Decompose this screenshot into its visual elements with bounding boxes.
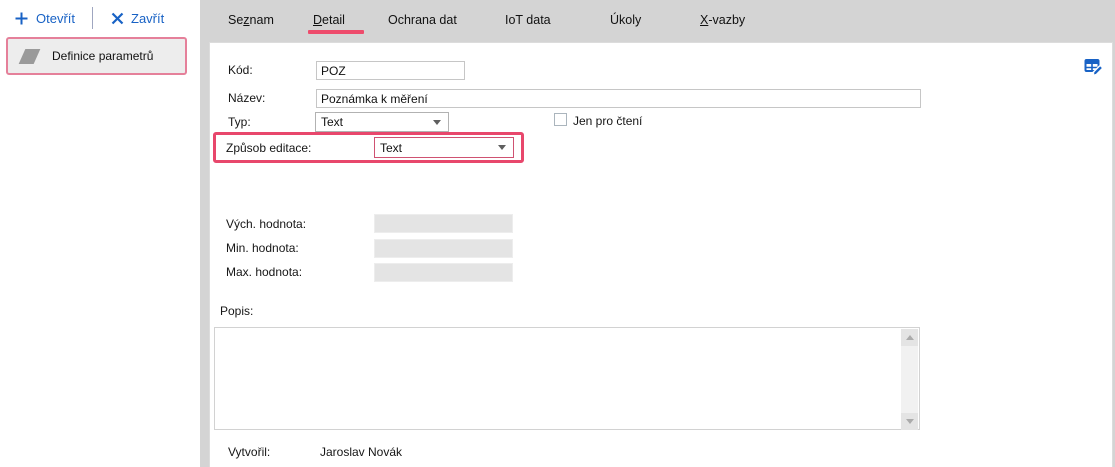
- nazev-label: Název:: [228, 91, 265, 105]
- toolbar-divider: [92, 7, 93, 29]
- tabbar: Seznam Detail Ochrana dat IoT data Úkoly…: [200, 0, 1115, 42]
- sidebar-item-label: Definice parametrů: [52, 49, 153, 63]
- vych-hodnota-label: Vých. hodnota:: [226, 217, 306, 231]
- zpusob-editace-label: Způsob editace:: [226, 141, 311, 155]
- detail-panel: Kód: Název: Typ: Text Jen pro čtení Způs…: [209, 42, 1113, 467]
- zpusob-editace-dropdown-value: Text: [375, 141, 498, 155]
- tab-seznam[interactable]: Seznam: [228, 13, 274, 27]
- plus-icon: [14, 11, 29, 26]
- scroll-up-button[interactable]: [901, 329, 918, 346]
- edit-table-icon[interactable]: [1084, 57, 1104, 77]
- sidebar-item-definice-parametru[interactable]: Definice parametrů: [6, 37, 187, 75]
- tab-detail[interactable]: Detail: [313, 13, 345, 27]
- typ-dropdown-value: Text: [316, 115, 433, 129]
- popis-label: Popis:: [220, 304, 253, 318]
- typ-label: Typ:: [228, 115, 251, 129]
- max-hodnota-label: Max. hodnota:: [226, 265, 302, 279]
- scroll-down-button[interactable]: [901, 413, 918, 430]
- max-hodnota-field-disabled: [374, 263, 513, 282]
- zpusob-editace-dropdown[interactable]: Text: [374, 137, 514, 158]
- vytvoril-value: Jaroslav Novák: [320, 445, 402, 459]
- vych-hodnota-field-disabled: [374, 214, 513, 233]
- triangle-down-icon: [906, 419, 914, 424]
- tab-ukoly[interactable]: Úkoly: [610, 13, 641, 27]
- tab-ochrana-dat[interactable]: Ochrana dat: [388, 13, 457, 27]
- active-tab-indicator: [308, 30, 364, 34]
- open-button-label: Otevřít: [36, 11, 75, 26]
- chevron-down-icon: [433, 120, 441, 125]
- tab-iot-data[interactable]: IoT data: [505, 13, 551, 27]
- min-hodnota-field-disabled: [374, 239, 513, 258]
- nazev-input[interactable]: [316, 89, 921, 108]
- popis-textarea[interactable]: [214, 327, 920, 430]
- open-button[interactable]: Otevřít: [14, 11, 75, 26]
- typ-dropdown[interactable]: Text: [315, 112, 449, 132]
- popis-scrollbar[interactable]: [901, 329, 918, 430]
- jen-pro-cteni-checkbox[interactable]: [554, 113, 567, 126]
- triangle-up-icon: [906, 335, 914, 340]
- kod-input[interactable]: [316, 61, 465, 80]
- parallelogram-icon: [19, 49, 41, 64]
- kod-label: Kód:: [228, 63, 253, 77]
- app-window: Otevřít Zavřít Definice parametrů Seznam…: [0, 0, 1115, 467]
- tab-x-vazby[interactable]: X-vazby: [700, 13, 745, 27]
- sidebar: Otevřít Zavřít Definice parametrů: [0, 0, 200, 467]
- x-icon: [111, 12, 124, 25]
- close-button[interactable]: Zavřít: [111, 11, 164, 26]
- chevron-down-icon: [498, 145, 506, 150]
- sidebar-toolbar: Otevřít Zavřít: [0, 0, 200, 36]
- min-hodnota-label: Min. hodnota:: [226, 241, 299, 255]
- jen-pro-cteni-label: Jen pro čtení: [573, 114, 642, 128]
- main-area: Seznam Detail Ochrana dat IoT data Úkoly…: [200, 0, 1115, 467]
- vytvoril-label: Vytvořil:: [228, 445, 270, 459]
- close-button-label: Zavřít: [131, 11, 164, 26]
